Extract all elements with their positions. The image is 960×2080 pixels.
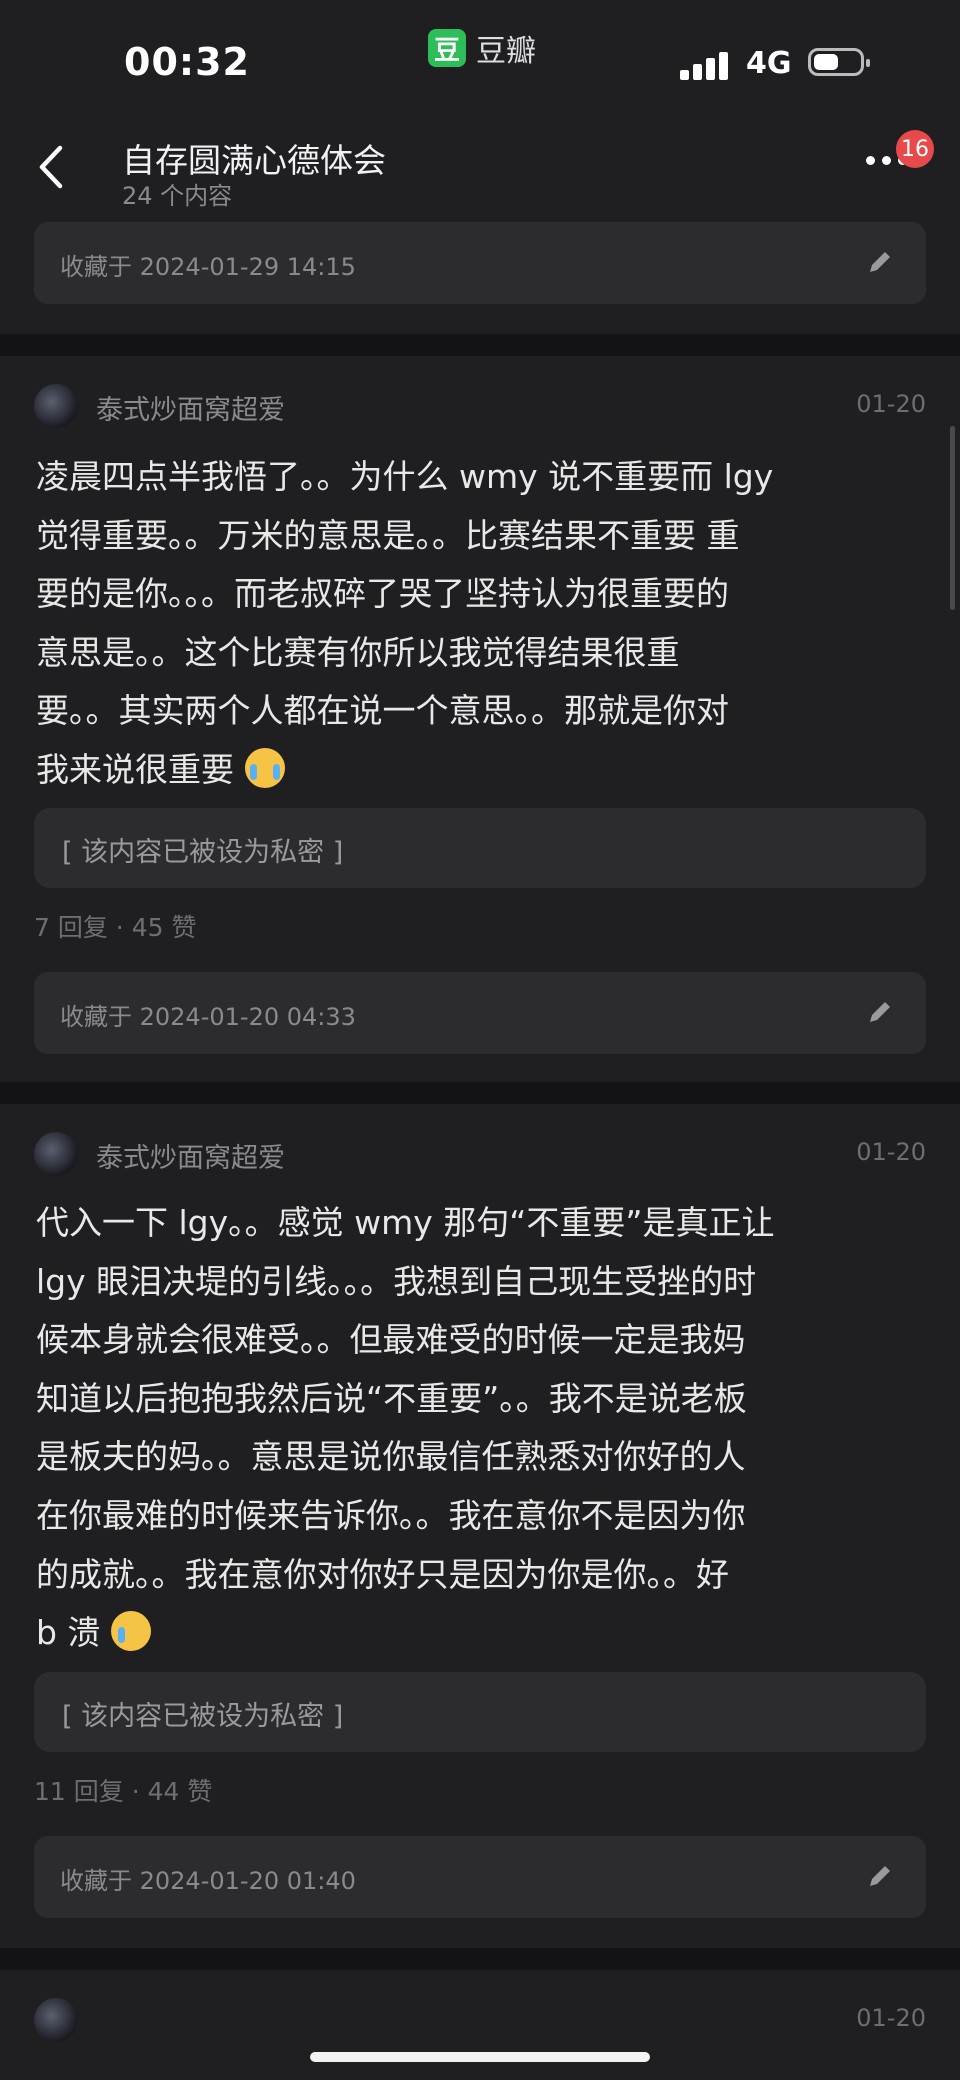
collection-card: 收藏于 2024-01-29 14:15: [0, 220, 960, 334]
signal-icon: [680, 52, 728, 80]
saved-bar[interactable]: 收藏于 2024-01-20 01:40: [34, 1836, 926, 1918]
private-notice[interactable]: [ 该内容已被设为私密 ]: [34, 808, 926, 888]
post-stats: 7 回复 · 45 赞: [34, 913, 197, 942]
more-dots-icon: [866, 156, 875, 165]
edit-icon[interactable]: [864, 246, 896, 278]
post-stats: 11 回复 · 44 赞: [34, 1777, 213, 1806]
saved-bar[interactable]: 收藏于 2024-01-20 04:33: [34, 972, 926, 1054]
post-content[interactable]: 凌晨四点半我悟了。。为什么 wmy 说不重要而 lgy 觉得重要。。万米的意思是…: [36, 448, 916, 800]
network-type: 4G: [746, 46, 792, 81]
edit-icon[interactable]: [864, 1860, 896, 1892]
saved-time: 收藏于 2024-01-20 04:33: [60, 1003, 356, 1031]
scrollbar[interactable]: [950, 426, 955, 610]
app-indicator[interactable]: 豆 豆瓣: [428, 26, 536, 70]
clock: 00:32: [124, 40, 250, 84]
nav-bar: 自存圆满心德体会 24 个内容 16: [0, 120, 960, 220]
tearful-smile-icon: [110, 1611, 151, 1652]
home-indicator[interactable]: [310, 2052, 650, 2062]
saved-time: 收藏于 2024-01-29 14:15: [60, 253, 356, 281]
battery-icon: [808, 48, 870, 76]
collection-card: 泰式炒面窝超爱 01-20 代入一下 lgy。。感觉 wmy 那句“不重要”是真…: [0, 1104, 960, 1948]
page-title: 自存圆满心德体会: [122, 141, 386, 180]
private-notice[interactable]: [ 该内容已被设为私密 ]: [34, 1672, 926, 1752]
post-date: 01-20: [856, 2004, 926, 2032]
item-count: 24 个内容: [122, 182, 233, 210]
app-name: 豆瓣: [476, 34, 536, 69]
avatar[interactable]: [34, 384, 78, 428]
author-row[interactable]: 泰式炒面窝超爱 01-20: [34, 1132, 926, 1176]
post-content[interactable]: 代入一下 lgy。。感觉 wmy 那句“不重要”是真正让 lgy 眼泪决堤的引线…: [36, 1194, 916, 1663]
author-name[interactable]: 泰式炒面窝超爱: [96, 388, 285, 427]
avatar[interactable]: [34, 1132, 78, 1176]
author-name[interactable]: 泰式炒面窝超爱: [96, 1136, 285, 1175]
notification-badge: 16: [896, 130, 934, 168]
crying-face-icon: [244, 747, 285, 788]
saved-bar[interactable]: 收藏于 2024-01-29 14:15: [34, 222, 926, 304]
status-bar: 00:32 豆 豆瓣 4G: [0, 0, 960, 130]
chevron-left-icon: [39, 145, 63, 189]
saved-time: 收藏于 2024-01-20 01:40: [60, 1867, 356, 1895]
collection-card: 01-20: [0, 1970, 960, 2080]
author-row[interactable]: 泰式炒面窝超爱 01-20: [34, 384, 926, 428]
post-date: 01-20: [856, 390, 926, 418]
douban-icon: 豆: [428, 29, 466, 67]
collection-card: 泰式炒面窝超爱 01-20 凌晨四点半我悟了。。为什么 wmy 说不重要而 lg…: [0, 356, 960, 1082]
post-date: 01-20: [856, 1138, 926, 1166]
author-row[interactable]: 01-20: [34, 1998, 926, 2042]
avatar[interactable]: [34, 1998, 78, 2042]
edit-icon[interactable]: [864, 996, 896, 1028]
back-button[interactable]: [28, 142, 78, 192]
